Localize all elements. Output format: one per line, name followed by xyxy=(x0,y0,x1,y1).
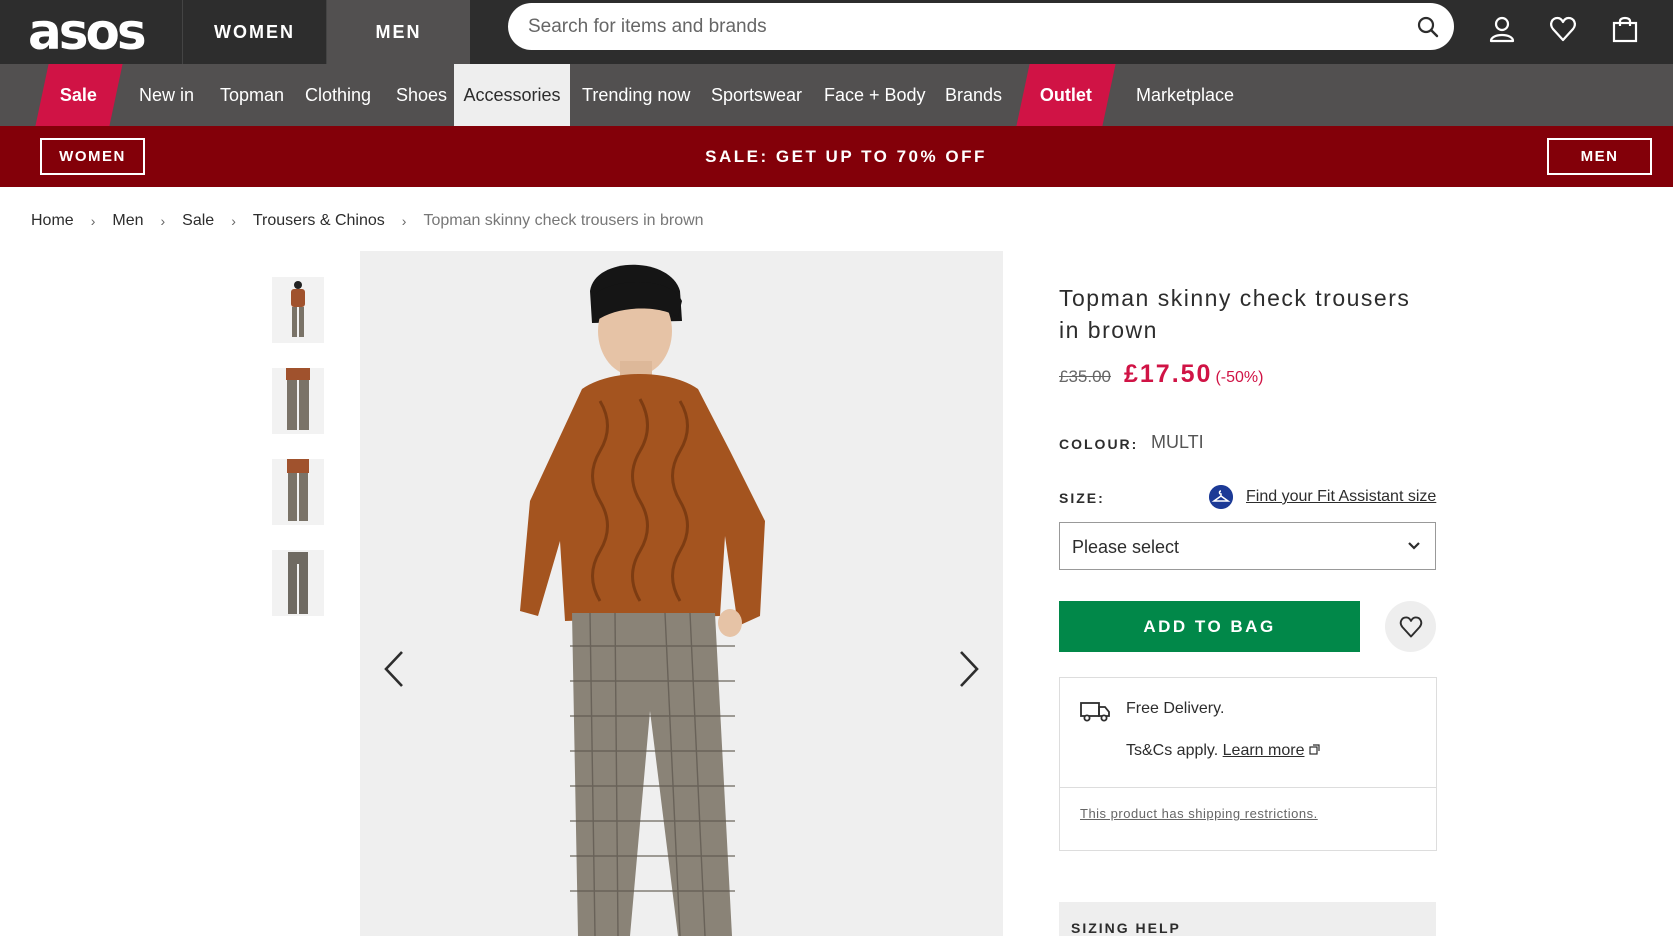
product-model-image xyxy=(360,251,1003,936)
breadcrumb-home[interactable]: Home xyxy=(31,212,74,230)
search-bar xyxy=(508,3,1454,50)
next-image-arrow-icon[interactable] xyxy=(953,646,983,692)
nav-item-new-in[interactable]: New in xyxy=(139,64,194,126)
product-thumbnail-image xyxy=(272,459,324,525)
colour-label: COLOUR: xyxy=(1059,436,1139,452)
sizing-help-section[interactable]: SIZING HELP xyxy=(1059,902,1436,936)
category-nav: Sale New in Topman Clothing Shoes Access… xyxy=(0,64,1673,126)
promo-banner: WOMEN SALE: GET UP TO 70% OFF MEN xyxy=(0,126,1673,187)
breadcrumb-current: Topman skinny check trousers in brown xyxy=(423,212,704,229)
product-thumbnail-image xyxy=(272,368,324,434)
product-title: Topman skinny check trousers in brown xyxy=(1059,285,1411,343)
add-to-bag-button[interactable]: ADD TO BAG xyxy=(1059,601,1360,652)
nav-item-topman[interactable]: Topman xyxy=(220,64,284,126)
nav-item-outlet[interactable]: Outlet xyxy=(1016,64,1116,126)
shipping-restrictions-link[interactable]: This product has shipping restrictions. xyxy=(1080,806,1318,821)
terms-apply-text: Ts&Cs apply. xyxy=(1126,742,1219,759)
save-for-later-button[interactable] xyxy=(1385,601,1436,652)
tab-women[interactable]: WOMEN xyxy=(182,0,326,64)
size-select[interactable]: Please select xyxy=(1059,522,1436,570)
learn-more-link[interactable]: Learn more xyxy=(1223,742,1305,759)
search-input[interactable] xyxy=(528,3,1388,50)
free-delivery-text: Free Delivery. xyxy=(1126,700,1225,717)
thumbnail-2[interactable] xyxy=(272,368,324,434)
heart-icon[interactable] xyxy=(1548,14,1578,44)
nav-item-marketplace[interactable]: Marketplace xyxy=(1136,64,1234,126)
breadcrumb-separator: › xyxy=(160,213,166,229)
promo-men-button[interactable]: MEN xyxy=(1547,138,1652,175)
chevron-down-icon xyxy=(1408,542,1420,550)
search-icon[interactable] xyxy=(1416,15,1440,39)
thumbnail-4[interactable] xyxy=(272,550,324,616)
promo-text[interactable]: SALE: GET UP TO 70% OFF xyxy=(600,126,1092,187)
nav-item-trending-now[interactable]: Trending now xyxy=(582,64,690,126)
size-select-value: Please select xyxy=(1072,537,1180,557)
nav-item-shoes[interactable]: Shoes xyxy=(396,64,447,126)
delivery-info-box: Free Delivery. Ts&Cs apply. Learn more T… xyxy=(1059,677,1437,851)
breadcrumb-separator: › xyxy=(231,213,236,229)
sale-price: £17.50 xyxy=(1124,360,1213,388)
fit-assistant-link[interactable]: Find your Fit Assistant size xyxy=(1246,488,1436,506)
top-header: asos WOMEN MEN xyxy=(0,0,1673,64)
nav-item-face-body[interactable]: Face + Body xyxy=(824,64,926,126)
size-label: SIZE: xyxy=(1059,490,1105,506)
external-link-icon xyxy=(1309,744,1320,755)
previous-image-arrow-icon[interactable] xyxy=(380,646,410,692)
breadcrumb-sale[interactable]: Sale xyxy=(182,212,214,230)
promo-women-button[interactable]: WOMEN xyxy=(40,138,145,175)
breadcrumb-trousers-chinos[interactable]: Trousers & Chinos xyxy=(253,212,385,230)
price-row: £35.00 £17.50 (-50%) xyxy=(1059,360,1263,389)
tab-men[interactable]: MEN xyxy=(326,0,470,64)
breadcrumb-separator: › xyxy=(90,213,96,229)
nav-item-accessories[interactable]: Accessories xyxy=(454,64,570,126)
bag-icon[interactable] xyxy=(1610,14,1640,44)
product-thumbnail-image xyxy=(272,277,324,343)
colour-value: MULTI xyxy=(1151,432,1204,452)
breadcrumb: Home › Men › Sale › Trousers & Chinos › … xyxy=(31,210,704,232)
original-price: £35.00 xyxy=(1059,367,1111,386)
thumbnail-3[interactable] xyxy=(272,459,324,525)
breadcrumb-men[interactable]: Men xyxy=(112,212,143,230)
account-icon[interactable] xyxy=(1487,14,1517,44)
divider xyxy=(1060,787,1436,788)
thumbnail-1[interactable] xyxy=(272,277,324,343)
heart-icon xyxy=(1399,616,1422,637)
main-product-image xyxy=(360,251,1003,936)
sizing-help-heading: SIZING HELP xyxy=(1071,920,1181,936)
discount-percentage: (-50%) xyxy=(1215,369,1264,386)
nav-item-clothing[interactable]: Clothing xyxy=(305,64,371,126)
nav-item-brands[interactable]: Brands xyxy=(945,64,1002,126)
nav-item-sale[interactable]: Sale xyxy=(35,64,123,126)
truck-icon xyxy=(1080,702,1110,722)
nav-item-sportswear[interactable]: Sportswear xyxy=(711,64,802,126)
terms-text: Ts&Cs apply. Learn more xyxy=(1126,742,1320,760)
product-thumbnail-image xyxy=(272,550,324,616)
asos-logo[interactable]: asos xyxy=(28,4,147,60)
fit-assistant-icon[interactable] xyxy=(1209,485,1233,509)
breadcrumb-separator: › xyxy=(401,213,407,229)
